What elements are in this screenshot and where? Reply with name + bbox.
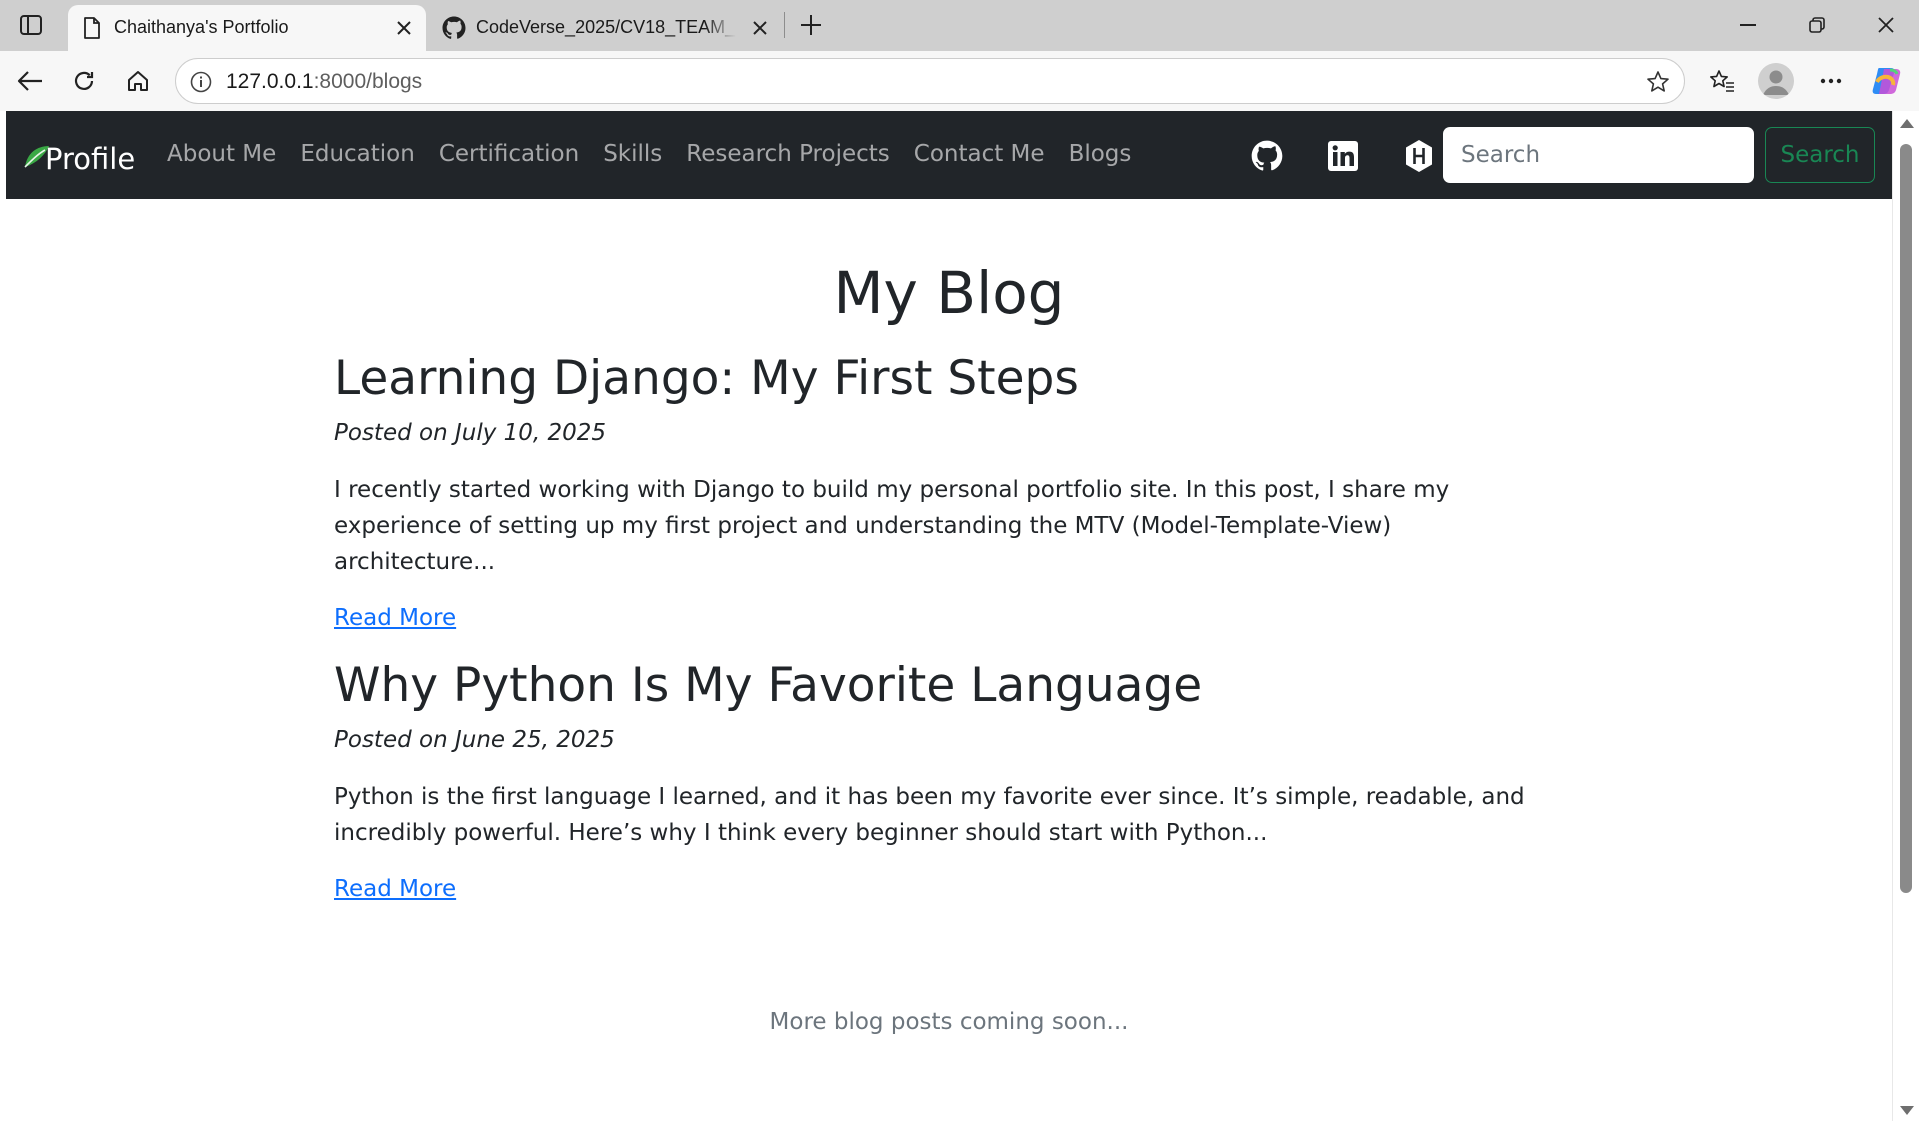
tab-separator <box>784 12 785 38</box>
nav-link-research-projects[interactable]: Research Projects <box>686 141 890 167</box>
profile-avatar-icon[interactable] <box>1758 63 1794 99</box>
nav-link-about-me[interactable]: About Me <box>167 141 276 167</box>
site-navbar: Profile About Me Education Certification… <box>6 111 1892 199</box>
scroll-down-arrow-icon[interactable] <box>1900 1106 1914 1115</box>
address-bar[interactable]: 127.0.0.1:8000/blogs <box>175 58 1685 104</box>
page-title: My Blog <box>833 259 1065 327</box>
restore-icon[interactable] <box>1797 8 1837 42</box>
nav-link-contact-me[interactable]: Contact Me <box>914 141 1045 167</box>
post-excerpt: Python is the first language I learned, … <box>334 784 1525 846</box>
scroll-thumb[interactable] <box>1900 144 1912 893</box>
nav-link-skills[interactable]: Skills <box>603 141 662 167</box>
tab-title: CodeVerse_2025/CV18_TEAM_ID/ <box>476 17 736 37</box>
nav-link-education[interactable]: Education <box>300 141 415 167</box>
github-icon[interactable] <box>1250 139 1284 173</box>
star-icon[interactable] <box>1646 70 1670 94</box>
back-icon[interactable] <box>12 63 48 99</box>
more-options-icon[interactable] <box>1813 63 1849 99</box>
tab-title: Chaithanya's Portfolio <box>114 17 289 37</box>
url-host: 127.0.0.1 <box>226 70 314 93</box>
post-date: Posted on July 10, 2025 <box>334 420 607 446</box>
coming-soon-note: More blog posts coming soon... <box>769 1009 1129 1035</box>
close-icon[interactable] <box>748 16 772 40</box>
github-icon <box>442 16 466 40</box>
page-viewport: Profile About Me Education Certification… <box>6 111 1892 1121</box>
nav-links: About Me Education Certification Skills … <box>167 141 1155 167</box>
post-date: Posted on June 25, 2025 <box>334 727 615 753</box>
blog-post: Why Python Is My Favorite Language Poste… <box>334 658 1534 902</box>
minimize-icon[interactable] <box>1728 8 1768 42</box>
read-more-link[interactable]: Read More <box>334 605 456 631</box>
page-icon <box>80 16 104 40</box>
hackerrank-icon[interactable] <box>1402 139 1436 173</box>
reload-icon[interactable] <box>66 63 102 99</box>
browser-tab-strip: Chaithanya's Portfolio CodeVerse_2025/CV… <box>0 0 1919 51</box>
post-excerpt: I recently started working with Django t… <box>334 477 1450 575</box>
nav-link-blogs[interactable]: Blogs <box>1069 141 1132 167</box>
blog-post: Learning Django: My First Steps Posted o… <box>334 351 1534 631</box>
read-more-link[interactable]: Read More <box>334 876 456 902</box>
tab-actions-icon[interactable] <box>14 10 48 40</box>
url-path: :8000/blogs <box>313 70 423 93</box>
linkedin-icon[interactable] <box>1326 139 1360 173</box>
tab-github[interactable]: CodeVerse_2025/CV18_TEAM_ID/ <box>430 5 782 51</box>
home-icon[interactable] <box>120 63 156 99</box>
browser-toolbar: 127.0.0.1:8000/blogs <box>0 51 1919 111</box>
new-tab-icon[interactable] <box>794 8 828 42</box>
scroll-up-arrow-icon[interactable] <box>1900 119 1914 128</box>
page-scrollbar[interactable] <box>1892 111 1919 1121</box>
site-info-icon[interactable] <box>190 71 212 93</box>
url-text: 127.0.0.1:8000/blogs <box>226 70 422 94</box>
brand-text: Profile <box>45 142 136 176</box>
search-input[interactable] <box>1443 127 1754 183</box>
favorites-icon[interactable] <box>1704 63 1740 99</box>
blog-content: My Blog Learning Django: My First Steps … <box>6 199 1892 1121</box>
post-title: Learning Django: My First Steps <box>334 351 1079 406</box>
tab-portfolio[interactable]: Chaithanya's Portfolio <box>68 5 426 51</box>
nav-link-certification[interactable]: Certification <box>439 141 579 167</box>
copilot-icon[interactable] <box>1870 64 1904 98</box>
post-title: Why Python Is My Favorite Language <box>334 658 1203 713</box>
search-button[interactable]: Search <box>1765 127 1875 183</box>
navbar-brand[interactable]: Profile <box>23 139 135 179</box>
close-window-icon[interactable] <box>1866 8 1906 42</box>
close-icon[interactable] <box>392 16 416 40</box>
